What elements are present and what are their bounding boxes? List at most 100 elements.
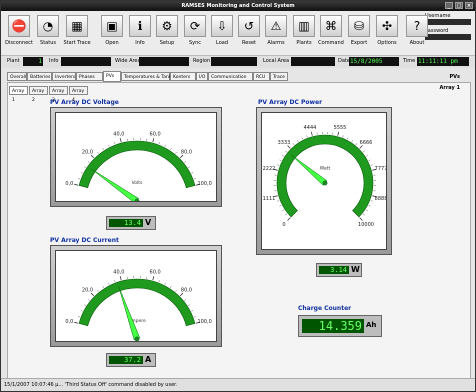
status-button[interactable]: ◔ Status xyxy=(34,15,62,46)
voltage-tick xyxy=(170,148,172,150)
subtab-array-1[interactable]: Array 1 xyxy=(9,86,28,103)
tab-trace[interactable]: Trace xyxy=(270,72,288,81)
power-unit: W xyxy=(351,265,360,274)
command-button[interactable]: ⌘ Command xyxy=(317,15,345,46)
tab-pvs[interactable]: PVs xyxy=(103,71,121,82)
tab-batteries[interactable]: Batteries xyxy=(27,72,52,81)
about-button[interactable]: ? About xyxy=(403,15,431,46)
export-icon: ⛁ xyxy=(348,15,370,37)
subtab-array-2[interactable]: Array 2 xyxy=(29,86,48,103)
current-tick xyxy=(108,282,110,285)
voltage-readout: 13.4 xyxy=(109,219,143,227)
voltage-tick xyxy=(188,166,190,168)
region-label: Region xyxy=(193,58,211,64)
current-needle-hub xyxy=(134,336,140,341)
tab-inverters[interactable]: Inverters xyxy=(52,72,76,81)
about-icon: ? xyxy=(406,15,428,37)
subtab-array-3[interactable]: Array 3 xyxy=(49,86,68,103)
charge-counter-readout: 14.359 xyxy=(302,319,364,333)
minimize-button[interactable]: _ xyxy=(445,2,453,9)
export-button[interactable]: ⛁ Export xyxy=(345,15,373,46)
options-button[interactable]: ✣ Options xyxy=(373,15,401,46)
voltage-tick xyxy=(80,172,83,174)
power-tick-label: 10000 xyxy=(358,222,374,228)
status-bar: 15/1/2007 10:07:46 μ... 'Third Status Of… xyxy=(1,378,475,391)
current-tick xyxy=(191,310,194,312)
tab-phases[interactable]: Phases xyxy=(76,72,103,81)
sync-icon: ⟳ xyxy=(184,15,206,37)
voltage-unit-label: Volts xyxy=(132,180,143,186)
info-button[interactable]: ℹ Info xyxy=(126,15,154,46)
pane-subtitle: Array 1 xyxy=(439,85,460,91)
tab-i-o[interactable]: I/O xyxy=(196,72,208,81)
current-tick xyxy=(74,321,79,324)
tool-label: Disconnect xyxy=(5,40,33,46)
power-tick xyxy=(277,200,280,202)
tool-label: Status xyxy=(40,40,56,46)
password-field[interactable] xyxy=(425,34,471,40)
close-button[interactable]: × xyxy=(465,2,473,9)
voltage-unit: V xyxy=(145,218,152,227)
power-tick xyxy=(370,164,373,166)
voltage-gauge-title: PV Array DC Voltage xyxy=(50,99,119,106)
date-field: 15/8/2005 xyxy=(349,57,399,66)
tab-communication[interactable]: Communication xyxy=(208,72,253,81)
sync-button[interactable]: ⟳ Sync xyxy=(181,15,209,46)
voltage-tick xyxy=(158,142,160,145)
current-gauge-dial: 0,0 20,0 40,0 60,0 80,0 100,0 Ampere xyxy=(55,250,217,342)
power-tick xyxy=(368,159,371,161)
disconnect-button[interactable]: ⛔ Disconnect xyxy=(5,15,33,46)
username-field[interactable] xyxy=(425,19,471,25)
subtab-array-4[interactable]: Array 4 xyxy=(69,86,88,103)
power-tick xyxy=(337,131,340,136)
tool-label: Options xyxy=(377,40,397,46)
tab-rcu[interactable]: RCU xyxy=(253,72,270,81)
power-tick xyxy=(342,135,344,138)
plants-button[interactable]: ▥ Plants xyxy=(290,15,318,46)
voltage-tick xyxy=(74,183,79,186)
power-tick xyxy=(347,137,349,140)
tool-label: About xyxy=(409,40,425,46)
local-area-field xyxy=(291,57,335,66)
current-tick-label: 0,0 xyxy=(65,319,73,325)
maximize-button[interactable]: □ xyxy=(455,2,463,9)
title-bar: RAMSES Monitoring and Control System _ □… xyxy=(1,1,475,11)
charge-counter-display: 14.359 Ah xyxy=(298,315,382,337)
current-tick xyxy=(80,310,83,312)
power-tick xyxy=(285,150,288,153)
info-bar: Plant 1 Info Wide Area Region Local Area… xyxy=(1,56,475,68)
setup-button[interactable]: ⚙ Setup xyxy=(153,15,181,46)
voltage-tick xyxy=(184,161,187,163)
power-tick-label: 0 xyxy=(282,222,285,228)
current-readout: 37.2 xyxy=(109,356,143,364)
tab-konters[interactable]: Konters xyxy=(170,72,196,81)
open-button[interactable]: ▣ Open xyxy=(98,15,126,46)
wide-area-label: Wide Area xyxy=(115,58,141,64)
power-tick xyxy=(297,140,299,143)
plant-field: 1 xyxy=(23,57,43,66)
power-tick xyxy=(359,217,363,221)
tab-overall[interactable]: Overall xyxy=(7,72,27,81)
current-tick xyxy=(158,280,160,283)
current-tick-label: 100,0 xyxy=(197,319,211,325)
current-tick-label: 60,0 xyxy=(150,269,161,275)
tab-temperatures-tank[interactable]: Temperatures & Tank xyxy=(121,72,171,81)
voltage-tick xyxy=(84,166,86,168)
power-gauge-dial: 0 1111 2222 3333 4444 5555 6666 7777 8888 10000 Wa… xyxy=(261,112,387,250)
load-button[interactable]: ⇩ Load xyxy=(208,15,236,46)
current-tick xyxy=(78,316,81,318)
power-tick xyxy=(287,217,291,221)
power-tick-label: 6666 xyxy=(360,140,373,146)
voltage-tick xyxy=(97,151,99,154)
power-gauge-frame: 0 1111 2222 3333 4444 5555 6666 7777 8888 10000 Wa… xyxy=(256,107,392,255)
current-tick xyxy=(97,289,99,292)
reset-button[interactable]: ↺ Reset xyxy=(235,15,263,46)
start-trace-button[interactable]: ▦ Start Trace xyxy=(63,15,91,46)
alarms-button[interactable]: ⚠ Alarms xyxy=(262,15,290,46)
info-icon: ℹ xyxy=(129,15,151,37)
power-gauge-title: PV Array DC Power xyxy=(258,99,323,106)
current-tick xyxy=(175,289,177,292)
power-tick-label: 7777 xyxy=(375,166,386,172)
power-tick xyxy=(368,205,371,207)
power-tick xyxy=(279,159,282,161)
